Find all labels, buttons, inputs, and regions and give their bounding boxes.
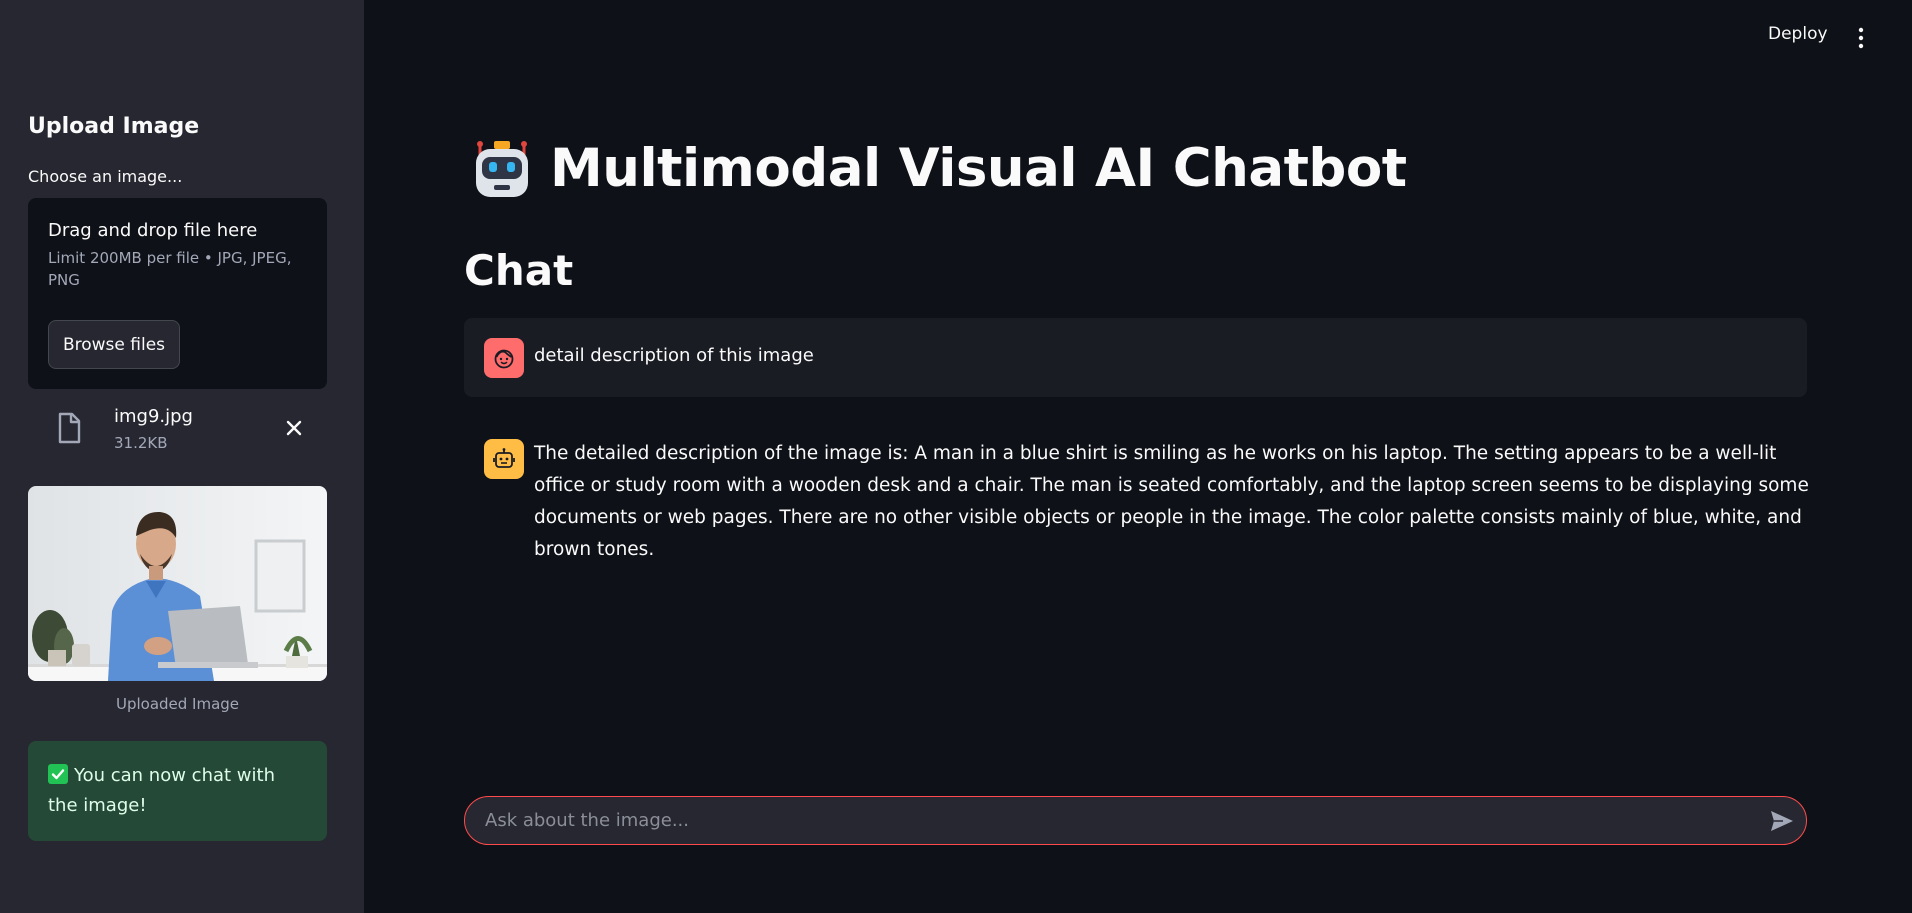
main-area: Deploy Multimodal Visual AI Chatbot Chat	[364, 0, 1912, 913]
dropzone-limit: Limit 200MB per file • JPG, JPEG, PNG	[48, 249, 292, 289]
user-avatar-icon	[484, 338, 524, 378]
sidebar-title: Upload Image	[28, 114, 200, 139]
user-message-text: detail description of this image	[534, 345, 814, 366]
user-message: detail description of this image	[464, 318, 1807, 397]
dropzone-title: Drag and drop file here	[48, 220, 258, 241]
file-size: 31.2KB	[114, 434, 168, 452]
send-icon[interactable]	[1769, 809, 1795, 833]
success-message: You can now chat with the image!	[48, 765, 275, 816]
page-title-text: Multimodal Visual AI Chatbot	[550, 138, 1407, 199]
browse-files-button[interactable]: Browse files	[48, 320, 180, 369]
assistant-message-text: The detailed description of the image is…	[534, 443, 1809, 560]
assistant-avatar-icon	[484, 439, 524, 479]
uploader-label: Choose an image...	[28, 167, 183, 186]
file-dropzone[interactable]: Drag and drop file here Limit 200MB per …	[28, 198, 327, 389]
success-alert: You can now chat with the image!	[28, 741, 327, 841]
deploy-button[interactable]: Deploy	[1768, 24, 1828, 44]
preview-caption: Uploaded Image	[115, 695, 240, 713]
page-title: Multimodal Visual AI Chatbot	[472, 138, 1407, 199]
chat-input[interactable]	[483, 797, 1743, 844]
remove-file-close-icon[interactable]	[282, 416, 306, 440]
more-options-icon[interactable]	[1854, 26, 1868, 50]
sidebar: Upload Image Choose an image... Drag and…	[0, 0, 364, 913]
robot-icon	[476, 140, 528, 197]
file-icon	[58, 412, 81, 444]
uploaded-image-preview	[28, 486, 327, 681]
chat-heading: Chat	[464, 246, 574, 295]
uploaded-file-item: img9.jpg 31.2KB	[28, 404, 327, 458]
chat-input-box[interactable]	[464, 796, 1807, 845]
file-name: img9.jpg	[114, 406, 193, 427]
check-mark-icon	[48, 764, 68, 784]
